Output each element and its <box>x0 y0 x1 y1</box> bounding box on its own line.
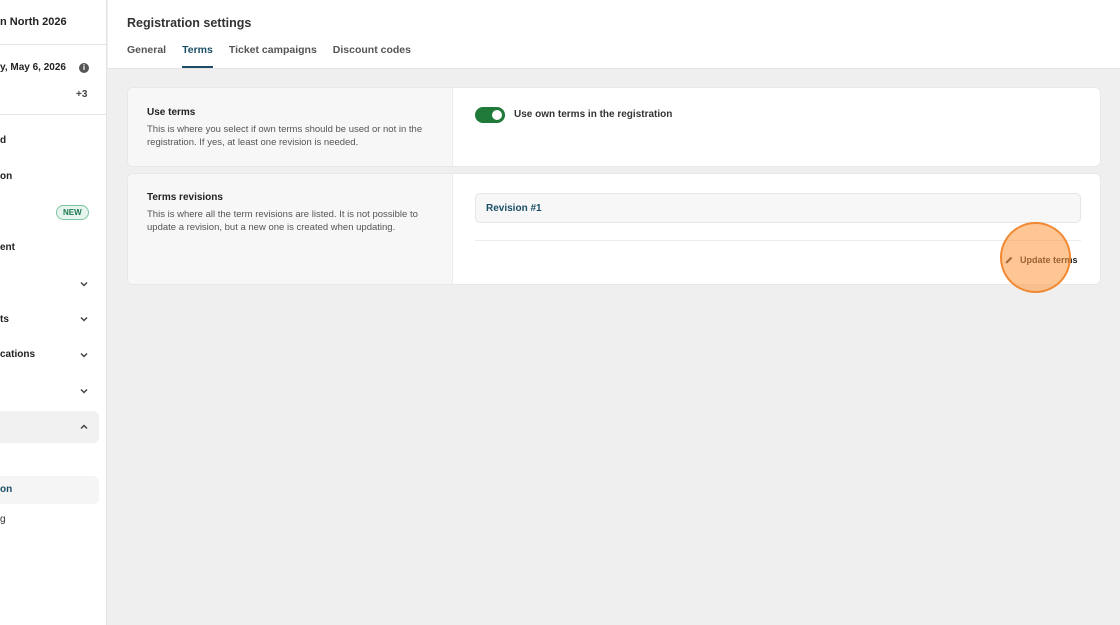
page-header: Registration settings General Terms Tick… <box>108 0 1120 69</box>
terms-revisions-description: This is where all the term revisions are… <box>147 209 418 233</box>
sidebar-item-6[interactable]: ts <box>0 314 9 325</box>
page-title: Registration settings <box>127 16 252 30</box>
info-icon[interactable]: i <box>79 63 89 73</box>
use-terms-info: Use terms This is where you select if ow… <box>128 88 453 166</box>
sidebar-item-4[interactable]: ent <box>0 242 15 253</box>
terms-revisions-info: Terms revisions This is where all the te… <box>128 174 453 284</box>
chevron-down-icon[interactable] <box>78 385 90 397</box>
sidebar: n North 2026 y, May 6, 2026 i +3 d on NE… <box>0 0 107 625</box>
sidebar-item-7[interactable]: cations <box>0 349 35 360</box>
revision-label: Revision #1 <box>486 203 542 214</box>
tab-discount-codes[interactable]: Discount codes <box>333 44 411 68</box>
revision-item[interactable]: Revision #1 <box>475 193 1081 223</box>
chevron-down-icon[interactable] <box>78 349 90 361</box>
use-terms-card: Use terms This is where you select if ow… <box>127 87 1101 167</box>
event-date: y, May 6, 2026 <box>0 62 66 73</box>
tab-ticket-campaigns[interactable]: Ticket campaigns <box>229 44 317 68</box>
toggle-knob <box>492 110 502 120</box>
tab-general[interactable]: General <box>127 44 166 68</box>
new-badge: NEW <box>56 205 89 220</box>
tab-bar: General Terms Ticket campaigns Discount … <box>127 44 427 68</box>
chevron-down-icon[interactable] <box>78 278 90 290</box>
sidebar-divider <box>0 114 106 115</box>
more-count[interactable]: +3 <box>76 89 87 100</box>
revision-divider <box>475 240 1081 241</box>
sidebar-subitem-2[interactable]: g <box>0 514 6 525</box>
event-name[interactable]: n North 2026 <box>0 16 67 28</box>
terms-revisions-title: Terms revisions <box>147 192 223 203</box>
use-terms-title: Use terms <box>147 107 196 118</box>
sidebar-divider <box>0 44 106 45</box>
use-own-terms-toggle[interactable] <box>475 107 505 123</box>
chevron-up-icon[interactable] <box>78 421 90 433</box>
tab-terms[interactable]: Terms <box>182 44 213 68</box>
chevron-down-icon[interactable] <box>78 313 90 325</box>
update-terms-button[interactable]: Update terms <box>1004 253 1078 267</box>
sidebar-item-1[interactable]: d <box>0 135 6 146</box>
terms-revisions-card: Terms revisions This is where all the te… <box>127 173 1101 285</box>
use-terms-description: This is where you select if own terms sh… <box>147 124 423 148</box>
sidebar-subitem-active[interactable] <box>0 476 99 504</box>
use-own-terms-label[interactable]: Use own terms in the registration <box>514 109 672 120</box>
pencil-icon <box>1005 256 1013 264</box>
sidebar-item-2[interactable]: on <box>0 171 12 182</box>
sidebar-subitem-registration[interactable]: on <box>0 484 12 495</box>
update-terms-label: Update terms <box>1020 255 1078 265</box>
